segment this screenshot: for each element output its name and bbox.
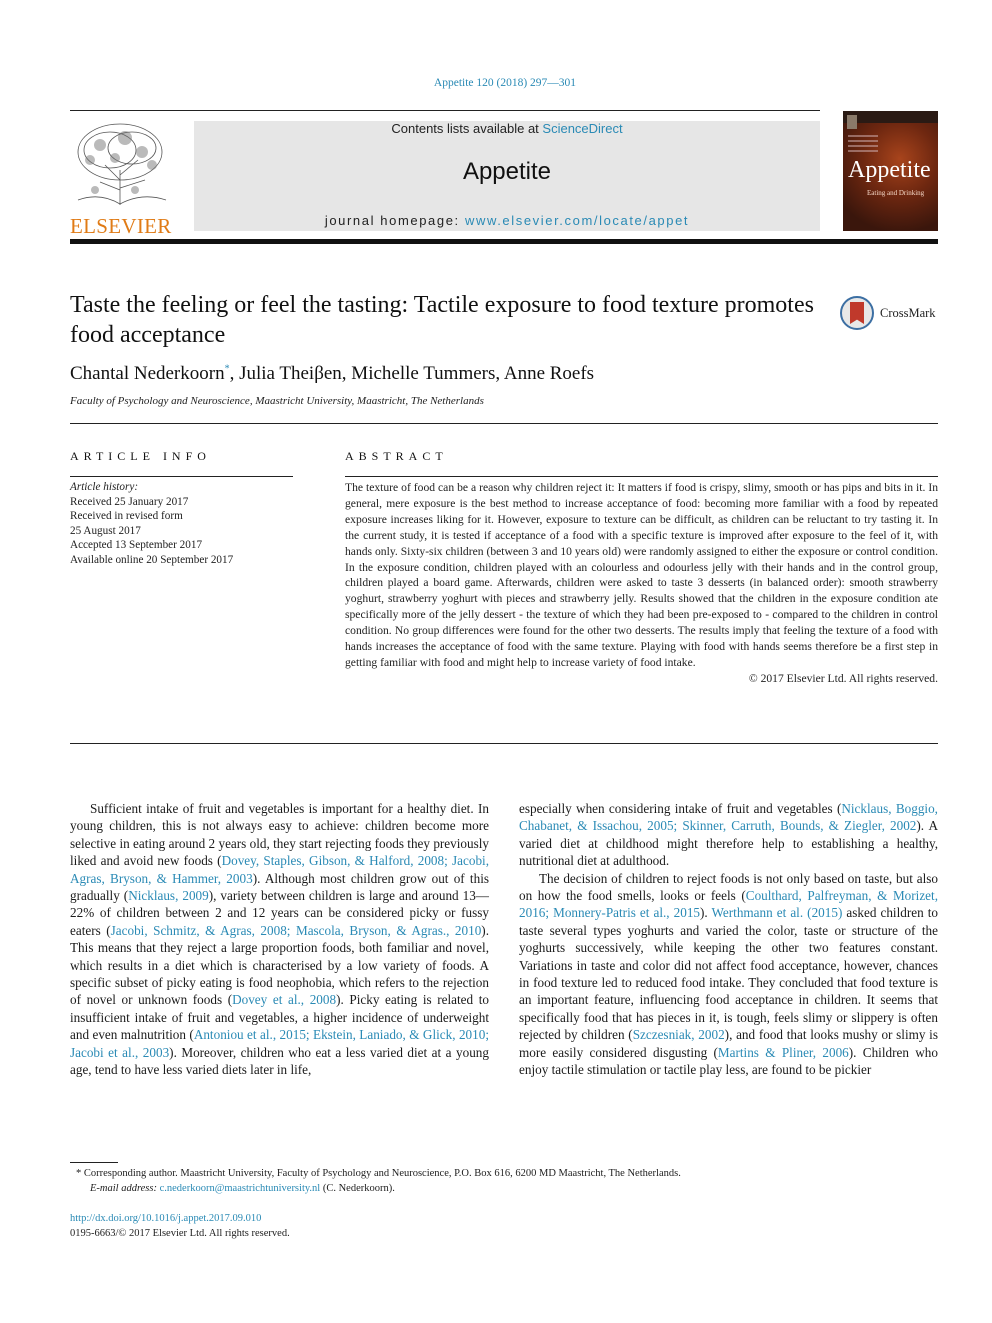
article-info-heading: ARTICLE INFO	[70, 449, 211, 463]
journal-name: Appetite	[462, 158, 552, 185]
header-bottom-rule	[70, 239, 938, 244]
elsevier-logo[interactable]: ELSEVIER	[70, 120, 172, 237]
citation-link[interactable]: Szczesniak, 2002	[633, 1027, 725, 1042]
author-rest: , Julia Theiβen, Michelle Tummers, Anne …	[229, 363, 595, 384]
abstract-body: The texture of food can be a reason why …	[345, 480, 938, 687]
issn-copyright: 0195-6663/© 2017 Elsevier Ltd. All right…	[70, 1228, 290, 1239]
body-text: especially when considering intake of fr…	[519, 801, 842, 816]
body-text: asked children to taste several types yo…	[519, 905, 938, 1043]
journal-citation[interactable]: Appetite 120 (2018) 297—301	[0, 77, 992, 89]
cover-subtitle: Eating and Drinking	[867, 189, 925, 197]
history-item: 25 August 2017	[70, 524, 141, 537]
elsevier-tree-icon	[70, 120, 172, 208]
footnote-corresponding: Corresponding author. Maastricht Univers…	[81, 1168, 681, 1179]
elsevier-wordmark: ELSEVIER	[70, 214, 172, 238]
citation-link[interactable]: Nicklaus, 2009	[128, 888, 209, 903]
body-column-left: Sufficient intake of fruit and vegetable…	[70, 800, 489, 1079]
article-title: Taste the feeling or feel the tasting: T…	[70, 292, 814, 348]
body-column-right: especially when considering intake of fr…	[519, 800, 938, 1079]
sciencedirect-link[interactable]: ScienceDirect	[542, 121, 622, 136]
contents-prefix: Contents lists available at	[391, 121, 543, 136]
history-label: Article history:	[70, 481, 139, 493]
journal-header-box: Contents lists available at ScienceDirec…	[194, 121, 820, 231]
header-top-rule	[70, 110, 820, 111]
article-info-rule	[70, 476, 293, 477]
citation-link[interactable]: Dovey et al., 2008	[232, 992, 336, 1007]
citation-link[interactable]: Martins & Pliner, 2006	[718, 1045, 849, 1060]
history-item: Received 25 January 2017	[70, 495, 189, 508]
article-history: Article history: Received 25 January 201…	[70, 480, 300, 567]
homepage-prefix: journal homepage:	[324, 213, 465, 228]
history-item: Received in revised form	[70, 510, 183, 522]
abstract-text: The texture of food can be a reason why …	[345, 481, 938, 669]
doi-link[interactable]: http://dx.doi.org/10.1016/j.appet.2017.0…	[70, 1211, 261, 1226]
body-paragraph: especially when considering intake of fr…	[519, 800, 938, 870]
author-first: Chantal Nederkoorn	[70, 363, 225, 384]
email-line: E-mail address: c.nederkoorn@maastrichtu…	[76, 1181, 936, 1196]
abstract-end-rule	[70, 743, 938, 744]
email-suffix: (C. Nederkoorn).	[320, 1183, 395, 1194]
footnote-rule	[70, 1162, 118, 1163]
crossmark-label: CrossMark	[880, 306, 936, 320]
history-item: Available online 20 September 2017	[70, 553, 234, 566]
abstract-rule	[345, 476, 938, 477]
cover-editor-lines	[848, 135, 878, 155]
cover-top-band	[843, 111, 938, 123]
abstract-heading: ABSTRACT	[345, 449, 448, 463]
email-link[interactable]: c.nederkoorn@maastrichtuniversity.nl	[160, 1183, 321, 1194]
citation-link[interactable]: Werthmann et al. (2015)	[712, 905, 843, 920]
citation-link[interactable]: Jacobi, Schmitz, & Agras, 2008; Mascola,…	[111, 923, 482, 938]
footnote: * Corresponding author. Maastricht Unive…	[76, 1166, 936, 1196]
body-text: ).	[700, 905, 712, 921]
body-paragraph: The decision of children to reject foods…	[519, 870, 938, 1079]
contents-line: Contents lists available at ScienceDirec…	[194, 121, 820, 136]
crossmark-button[interactable]: CrossMark	[840, 296, 940, 334]
history-item: Accepted 13 September 2017	[70, 539, 203, 551]
corresponding-author-note: * Corresponding author. Maastricht Unive…	[76, 1166, 936, 1181]
cover-publisher-emblem	[847, 115, 857, 129]
body-paragraph: Sufficient intake of fruit and vegetable…	[70, 800, 489, 1079]
section-rule	[70, 423, 938, 424]
journal-homepage-link[interactable]: www.elsevier.com/locate/appet	[465, 213, 689, 228]
cover-title: Appetite	[848, 157, 931, 183]
homepage-line: journal homepage: www.elsevier.com/locat…	[194, 213, 820, 228]
author-list: Chantal Nederkoorn*, Julia Theiβen, Mich…	[70, 363, 594, 385]
abstract-copyright: © 2017 Elsevier Ltd. All rights reserved…	[748, 671, 938, 685]
email-label: E-mail address:	[90, 1183, 157, 1194]
affiliation: Faculty of Psychology and Neuroscience, …	[70, 395, 484, 407]
journal-cover-image[interactable]: Appetite Eating and Drinking	[843, 111, 938, 231]
